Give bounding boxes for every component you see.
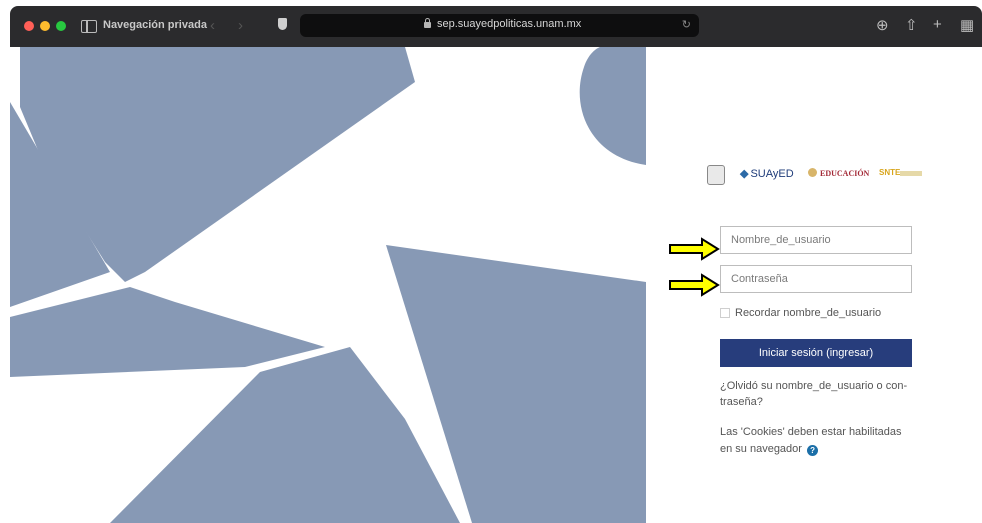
password-input[interactable] bbox=[720, 265, 912, 293]
forgot-credentials-link[interactable]: ¿Olvidó su nombre_de_usuario o con-trase… bbox=[720, 378, 915, 410]
hero-shape-left-lower bbox=[10, 287, 325, 377]
back-icon[interactable]: ‹ bbox=[210, 17, 215, 34]
educacion-logo: EDUCACIÓN bbox=[808, 168, 869, 178]
annotation-arrow-icon bbox=[669, 237, 720, 261]
download-icon[interactable]: ⊕ bbox=[876, 16, 889, 34]
unam-crest-logo bbox=[707, 165, 725, 185]
address-bar[interactable]: sep.suayedpoliticas.unam.mx ↻ bbox=[300, 14, 699, 37]
suayed-logo: ◆ SUAyED bbox=[740, 168, 794, 180]
url-text[interactable]: sep.suayedpoliticas.unam.mx bbox=[437, 18, 581, 30]
close-window-button[interactable] bbox=[24, 21, 34, 31]
hero-shape-corner bbox=[579, 47, 646, 165]
help-icon[interactable]: ? bbox=[807, 445, 819, 456]
snte-logo-mark bbox=[900, 171, 922, 176]
remember-username-label: Recordar nombre_de_usuario bbox=[735, 307, 882, 319]
window-controls bbox=[24, 21, 66, 31]
hero-shape-bottom bbox=[110, 347, 460, 523]
shield-icon[interactable] bbox=[278, 18, 287, 30]
hero-shapes bbox=[10, 47, 646, 523]
login-button[interactable]: Iniciar sesión (ingresar) bbox=[720, 339, 912, 367]
remember-username-checkbox[interactable] bbox=[720, 308, 730, 318]
browser-toolbar: Navegación privada ‹ › sep.suayedpolitic… bbox=[10, 6, 982, 47]
share-icon[interactable]: ⇧ bbox=[905, 16, 918, 34]
forward-icon[interactable]: › bbox=[238, 17, 243, 34]
cookies-notice: Las 'Cookies' deben estar habilitadas en… bbox=[720, 424, 915, 458]
lock-icon bbox=[424, 18, 431, 28]
annotation-arrow-icon bbox=[669, 273, 720, 297]
remember-username-row[interactable]: Recordar nombre_de_usuario bbox=[720, 307, 881, 319]
hero-background bbox=[10, 47, 646, 523]
minimize-window-button[interactable] bbox=[40, 21, 50, 31]
new-tab-icon[interactable]: + bbox=[933, 16, 942, 33]
logo-strip: ◆ SUAyED EDUCACIÓN SNTE bbox=[707, 165, 937, 187]
username-input[interactable] bbox=[720, 226, 912, 254]
sidebar-icon[interactable] bbox=[81, 20, 97, 33]
snte-logo: SNTE bbox=[879, 168, 901, 177]
suayed-logo-text: SUAyED bbox=[750, 168, 794, 180]
reload-icon[interactable]: ↻ bbox=[682, 18, 691, 31]
private-browsing-label: Navegación privada bbox=[103, 19, 207, 31]
zoom-window-button[interactable] bbox=[56, 21, 66, 31]
tab-overview-icon[interactable]: ▦ bbox=[960, 16, 974, 34]
